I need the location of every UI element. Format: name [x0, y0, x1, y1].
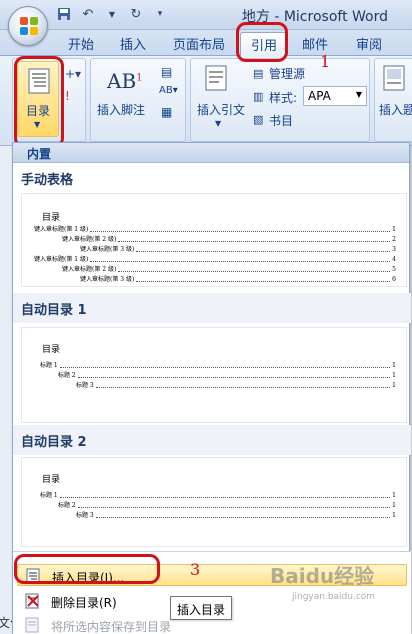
tab-home[interactable]: 开始	[68, 34, 94, 53]
chevron-down-icon[interactable]: ▼	[104, 6, 120, 22]
save-icon[interactable]	[56, 6, 72, 22]
tab-mailings[interactable]: 邮件	[302, 34, 328, 53]
insert-citation-label[interactable]: 插入引文	[197, 101, 245, 118]
bibliography-button[interactable]: 书目	[269, 112, 293, 129]
baidu-watermark-url: jingyan.baidu.com	[292, 592, 376, 602]
insert-caption-label[interactable]: 插入题	[379, 101, 412, 118]
toc-preview-heading: 目录	[42, 475, 61, 485]
save-selection-label: 将所选内容保存到目录	[51, 620, 172, 634]
insert-footnote-icon[interactable]: AB1	[107, 69, 143, 93]
undo-icon[interactable]: ↶	[80, 6, 96, 22]
toc-line: 键入章标题(第 1 级) 1	[34, 226, 396, 233]
captions-group: 插入题	[374, 58, 412, 142]
insert-footnote-label[interactable]: 插入脚注	[97, 101, 145, 118]
panel-header: 内置	[13, 143, 409, 163]
annotation-box-2	[14, 56, 64, 148]
add-text-icon[interactable]: +▾	[65, 67, 81, 81]
toc-line: 标题 31	[76, 512, 396, 519]
toc-line: 标题 21	[58, 372, 396, 379]
ribbon-tabs: 开始 插入 页面布局 引用 邮件 审阅	[0, 30, 412, 56]
style-value: APA	[308, 89, 331, 103]
bibliography-icon: ▧	[253, 113, 264, 126]
toc-preview-auto2[interactable]: 目录 标题 11 标题 21 标题 31	[21, 457, 407, 547]
tab-insert[interactable]: 插入	[120, 34, 146, 53]
toc-line: 标题 31	[76, 382, 396, 389]
annotation-number-3: 3	[190, 560, 201, 579]
section-title-auto2: 自动目录 2	[21, 435, 87, 450]
toc-preview-heading: 目录	[42, 345, 61, 355]
tooltip: 插入目录	[170, 596, 233, 620]
toc-line: 键入章标题(第 1 级) 4	[34, 256, 396, 263]
toc-line: 键入章标题(第 3 级) 3	[80, 246, 396, 253]
toc-line: 键入章标题(第 3 级) 6	[80, 276, 396, 283]
redo-icon[interactable]: ↻	[128, 6, 144, 22]
tab-review[interactable]: 审阅	[356, 34, 382, 53]
style-icon: ▥	[253, 90, 264, 103]
style-select[interactable]: APA ▼	[303, 86, 367, 106]
annotation-box-1	[236, 22, 288, 62]
chevron-down-icon: ▼	[355, 90, 362, 99]
style-label: 样式:	[269, 91, 298, 105]
update-table-icon[interactable]: !	[65, 89, 70, 103]
office-logo-icon	[20, 17, 38, 35]
show-notes-icon[interactable]: ▦	[161, 105, 172, 119]
toc-line: 键入章标题(第 2 级) 2	[62, 236, 396, 243]
toc-line: 键入章标题(第 2 级) 5	[62, 266, 396, 273]
insert-citation-icon[interactable]	[205, 65, 227, 91]
office-button[interactable]	[8, 6, 48, 46]
toc-preview-manual[interactable]: 目录 键入章标题(第 1 级) 1 键入章标题(第 2 级) 2 键入章标题(第 3…	[21, 193, 407, 287]
insert-caption-icon[interactable]	[383, 65, 405, 91]
tab-page-layout[interactable]: 页面布局	[173, 34, 225, 53]
remove-toc-label: 删除目录(R)	[51, 596, 117, 610]
annotation-box-3	[14, 554, 160, 584]
save-to-gallery-icon	[25, 617, 39, 633]
toc-line: 标题 11	[40, 492, 396, 499]
toc-preview-heading: 目录	[42, 213, 61, 223]
customize-toolbar-icon[interactable]: ▾	[152, 6, 168, 22]
baidu-watermark: Baidu经验	[270, 564, 375, 588]
citations-group: 插入引文 ▼ ▤ 管理源 ▥ 样式: APA ▼ ▧ 书目	[190, 58, 370, 142]
annotation-number-1: 1	[320, 52, 331, 71]
chevron-down-icon: ▼	[215, 119, 222, 128]
quick-access-toolbar: ↶ ▼ ↻ ▾	[56, 6, 168, 22]
toc-line: 标题 21	[58, 502, 396, 509]
footnotes-group: AB1 插入脚注 ▤ AB▾ ▦	[90, 58, 186, 142]
section-title-manual: 手动表格	[21, 173, 74, 188]
toc-line: 标题 11	[40, 362, 396, 369]
title-bar: ↶ ▼ ↻ ▾ 地方 - Microsoft Word	[0, 0, 412, 30]
manage-sources-icon: ▤	[253, 67, 264, 80]
remove-toc-icon	[25, 593, 39, 609]
endnote-icon[interactable]: ▤	[161, 65, 172, 79]
next-footnote-icon[interactable]: AB▾	[159, 85, 178, 96]
section-title-auto1: 自动目录 1	[21, 303, 87, 318]
manage-sources-button[interactable]: 管理源	[269, 65, 305, 82]
toc-preview-auto1[interactable]: 目录 标题 11 标题 21 标题 31	[21, 327, 407, 423]
